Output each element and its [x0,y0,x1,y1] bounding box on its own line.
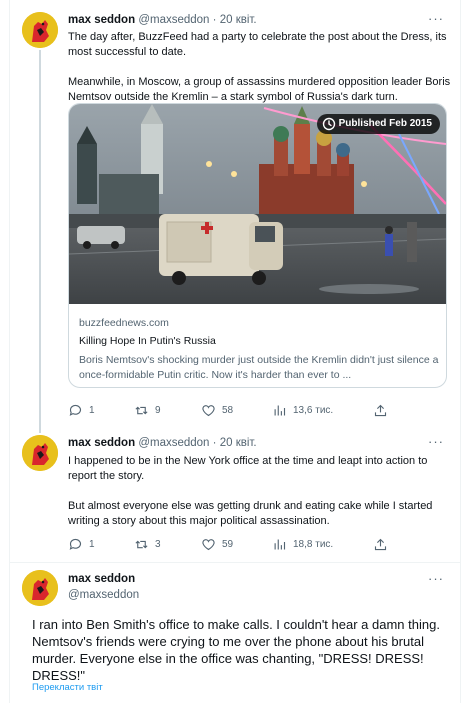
tweet-paragraph: The day after, BuzzFeed had a party to c… [68,31,447,58]
history-icon [322,117,335,131]
tweet-text: I happened to be in the New York office … [68,454,453,529]
tweet-header: max seddon [68,573,135,585]
published-date-label: Published Feb 2015 [338,118,432,129]
heart-icon [202,538,215,550]
retweet-button[interactable]: 3 [134,535,161,553]
thread-line [39,425,41,433]
tweet-header: max seddon @maxseddon · 20 квіт. [68,437,257,449]
avatar-icon [22,12,58,48]
like-button[interactable]: 58 [201,401,233,419]
retweet-icon [135,540,148,548]
views-icon [274,539,286,549]
share-icon [374,404,387,416]
tweet-1[interactable]: max seddon @maxseddon · 20 квіт. ··· The… [10,0,460,430]
reply-button[interactable]: 1 [68,535,95,553]
tweet-3[interactable]: max seddon @maxseddon ··· I ran into Ben… [10,562,460,703]
views-icon [274,405,286,415]
author-handle[interactable]: @maxseddon [138,437,209,449]
retweet-count: 9 [155,404,161,416]
retweet-count: 3 [155,538,161,550]
separator: · [212,14,217,26]
avatar[interactable] [22,435,58,471]
like-count: 58 [222,404,234,416]
translate-link[interactable]: Перекласти твіт [32,682,103,693]
author-name[interactable]: max seddon [68,14,135,26]
card-title: Killing Hope In Putin's Russia [79,335,216,347]
published-date-badge: Published Feb 2015 [316,114,440,134]
like-count: 59 [222,538,234,550]
views-button[interactable]: 13,6 тис. [272,401,333,419]
retweet-button[interactable]: 9 [134,401,161,419]
author-handle[interactable]: @maxseddon [68,589,139,601]
reply-button[interactable]: 1 [68,401,95,419]
author-handle[interactable]: @maxseddon [138,14,209,26]
reply-icon [69,538,82,550]
share-icon [374,538,387,550]
more-dots-icon[interactable]: ··· [428,571,444,586]
views-button[interactable]: 18,8 тис. [272,535,333,553]
reply-icon [69,404,82,416]
author-name[interactable]: max seddon [68,573,135,585]
heart-icon [202,404,215,416]
tweet-text: The day after, BuzzFeed had a party to c… [68,30,453,105]
views-count: 18,8 тис. [293,538,334,550]
avatar[interactable] [22,570,58,606]
tweet-paragraph: I happened to be in the New York office … [68,455,428,482]
thread-line [39,50,41,430]
avatar[interactable] [22,12,58,48]
share-button[interactable] [373,535,388,553]
timeline-border-right [460,0,461,703]
tweet-date[interactable]: 20 квіт. [220,14,257,26]
card-image [69,104,446,304]
card-domain: buzzfeednews.com [79,317,169,329]
card-description: Boris Nemtsov's shocking murder just out… [79,354,439,381]
tweet-2[interactable]: max seddon @maxseddon · 20 квіт. ··· I h… [10,425,460,565]
reply-count: 1 [89,538,95,550]
tweet-actions: 1 9 58 13,6 тис. [68,401,448,419]
tweet-header-handle: @maxseddon [68,589,139,601]
reply-count: 1 [89,404,95,416]
tweet-header: max seddon @maxseddon · 20 квіт. [68,14,257,26]
views-count: 13,6 тис. [293,404,334,416]
like-button[interactable]: 59 [201,535,233,553]
avatar-icon [22,435,58,471]
retweet-icon [135,406,148,414]
tweet-date[interactable]: 20 квіт. [220,437,257,449]
author-name[interactable]: max seddon [68,437,135,449]
link-card[interactable]: Published Feb 2015 buzzfeednews.com Kill… [68,103,447,388]
tweet-paragraph: Meanwhile, in Moscow, a group of assassi… [68,76,451,103]
more-dots-icon[interactable]: ··· [428,11,444,26]
separator: · [212,437,217,449]
tweet-text: I ran into Ben Smith's office to make ca… [32,617,440,683]
avatar-icon [22,570,58,606]
tweet-paragraph: But almost everyone else was getting dru… [68,500,433,527]
tweet-actions: 1 3 59 18,8 тис. [68,535,448,553]
share-button[interactable] [373,401,388,419]
more-dots-icon[interactable]: ··· [428,434,444,449]
